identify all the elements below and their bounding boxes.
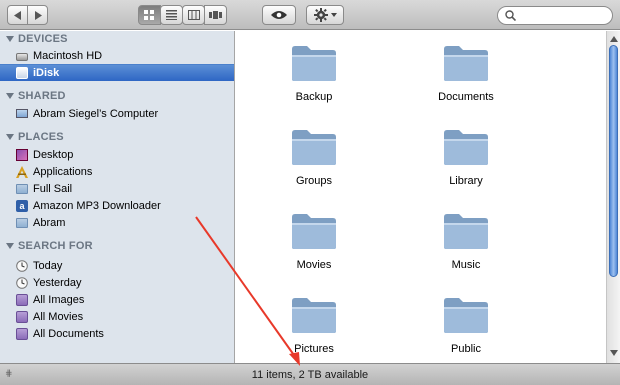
folder-icon <box>444 46 488 81</box>
folder-item[interactable]: Movies <box>244 211 384 287</box>
desktop-icon <box>16 148 28 161</box>
folder-label: Movies <box>296 259 332 271</box>
forward-button[interactable] <box>27 5 48 25</box>
disclosure-triangle-icon <box>6 134 14 140</box>
sidebar-header-search-for[interactable]: SEARCH FOR <box>6 239 93 253</box>
toolbar <box>0 0 620 30</box>
sidebar-item-all-images[interactable]: All Images <box>0 291 234 308</box>
search-field[interactable] <box>497 6 613 25</box>
folder-label: Library <box>449 175 483 187</box>
disclosure-triangle-icon <box>6 243 14 249</box>
coverflow-view-button[interactable] <box>204 5 227 25</box>
sidebar: DEVICES Macintosh HD iDisk SHARED Abram … <box>0 31 235 363</box>
list-view-button[interactable] <box>160 5 183 25</box>
smart-folder-icon <box>16 293 28 306</box>
nav-buttons <box>7 5 49 25</box>
sidebar-item-today[interactable]: Today <box>0 257 234 274</box>
folder-icon <box>444 298 488 333</box>
smart-folder-icon <box>16 327 28 340</box>
sidebar-item-shared-computer[interactable]: Abram Siegel’s Computer <box>0 105 234 122</box>
sidebar-item-yesterday[interactable]: Yesterday <box>0 274 234 291</box>
hard-drive-icon <box>16 52 28 61</box>
scroll-down-arrow-icon[interactable] <box>610 350 618 356</box>
folder-label: Backup <box>295 91 333 103</box>
coverflow-view-icon <box>209 11 222 19</box>
clock-icon <box>16 276 28 289</box>
idisk-icon <box>16 67 28 79</box>
sidebar-item-full-sail[interactable]: Full Sail <box>0 180 234 197</box>
folder-label: Documents <box>438 91 494 103</box>
sidebar-item-abram[interactable]: Abram <box>0 214 234 231</box>
sidebar-item-applications[interactable]: Applications <box>0 163 234 180</box>
view-switcher <box>138 5 230 25</box>
folder-icon <box>16 218 28 228</box>
folder-label: Music <box>451 259 481 271</box>
computer-icon <box>16 109 28 118</box>
column-view-icon <box>187 10 200 20</box>
status-bar: ⋕ 11 items, 2 TB available <box>0 363 620 385</box>
folder-icon <box>292 130 336 165</box>
back-arrow-icon <box>13 10 21 20</box>
search-icon <box>505 10 516 21</box>
action-menu-button[interactable] <box>306 5 344 25</box>
folder-item[interactable]: Backup <box>244 43 384 119</box>
sidebar-item-desktop[interactable]: Desktop <box>0 146 234 163</box>
gear-icon <box>313 8 328 22</box>
scroll-up-arrow-icon[interactable] <box>610 36 618 42</box>
folder-item[interactable]: Groups <box>244 127 384 203</box>
disclosure-triangle-icon <box>6 93 14 99</box>
folder-label: Pictures <box>294 343 334 355</box>
folder-item[interactable]: Pictures <box>244 295 384 371</box>
list-view-icon <box>166 10 177 20</box>
status-text: 11 items, 2 TB available <box>251 368 369 381</box>
folder-icon <box>444 130 488 165</box>
sidebar-header-devices[interactable]: DEVICES <box>6 32 68 46</box>
folder-item[interactable]: Documents <box>396 43 536 119</box>
folder-label: Public <box>451 343 481 355</box>
folder-icon <box>292 46 336 81</box>
scrollbar-thumb[interactable] <box>609 45 618 277</box>
forward-arrow-icon <box>34 10 42 20</box>
folder-item[interactable]: Library <box>396 127 536 203</box>
eye-icon <box>271 11 287 19</box>
sidebar-header-places[interactable]: PLACES <box>6 130 64 144</box>
sidebar-item-amazon-mp3[interactable]: a Amazon MP3 Downloader <box>0 197 234 214</box>
folder-item[interactable]: Public <box>396 295 536 371</box>
column-view-button[interactable] <box>182 5 205 25</box>
folder-label: Groups <box>295 175 333 187</box>
folder-icon <box>292 298 336 333</box>
sidebar-item-all-movies[interactable]: All Movies <box>0 308 234 325</box>
applications-icon <box>16 165 28 178</box>
chevron-down-icon <box>330 13 337 17</box>
smart-folder-icon <box>16 310 28 323</box>
back-button[interactable] <box>7 5 28 25</box>
file-browser: Backup Documents Groups Library Movies M… <box>236 31 606 363</box>
sidebar-item-macintosh-hd[interactable]: Macintosh HD <box>0 47 234 64</box>
folder-icon <box>292 214 336 249</box>
sidebar-header-shared[interactable]: SHARED <box>6 89 66 103</box>
quick-look-button[interactable] <box>262 5 296 25</box>
sidebar-item-all-documents[interactable]: All Documents <box>0 325 234 342</box>
folder-item[interactable]: Music <box>396 211 536 287</box>
folder-icon <box>444 214 488 249</box>
clock-icon <box>16 259 28 272</box>
disclosure-triangle-icon <box>6 36 14 42</box>
sidebar-item-idisk[interactable]: iDisk <box>0 64 234 81</box>
icon-view-button[interactable] <box>138 5 161 25</box>
amazon-icon: a <box>16 199 28 212</box>
vertical-scrollbar[interactable] <box>606 31 620 363</box>
folder-icon <box>16 184 28 194</box>
icon-view-icon <box>144 9 154 20</box>
resize-grip-icon[interactable]: ⋕ <box>5 368 12 379</box>
